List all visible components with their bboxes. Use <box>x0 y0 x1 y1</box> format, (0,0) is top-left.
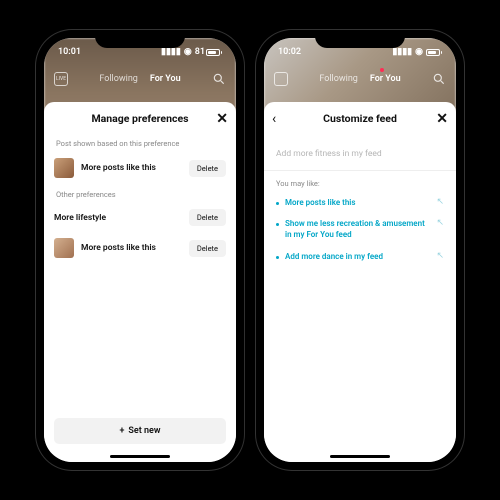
bullet-icon <box>276 223 279 226</box>
phone-mockup-right: 10:02 ▮▮▮▮ ◉ Following For You ‹ Custo <box>256 30 464 470</box>
screen: 10:02 ▮▮▮▮ ◉ Following For You ‹ Custo <box>264 38 456 462</box>
suggestion-text: More posts like this <box>285 197 430 208</box>
phone-mockup-left: 10:01 ▮▮▮▮ ◉ 81 LIVE Following For You M… <box>36 30 244 470</box>
sheet-header: ‹ Customize feed ✕ <box>264 102 456 133</box>
live-dot-icon <box>380 68 384 72</box>
feed-prompt-input[interactable]: Add more fitness in my feed <box>264 133 456 171</box>
tab-for-you[interactable]: For You <box>370 74 401 84</box>
suggestion-row[interactable]: Show me less recreation & amusement in m… <box>264 213 456 245</box>
preference-label: More posts like this <box>81 163 182 173</box>
preference-label: More lifestyle <box>54 213 182 223</box>
insert-arrow-icon[interactable]: ↖ <box>436 251 444 261</box>
insert-arrow-icon[interactable]: ↖ <box>436 218 444 228</box>
suggestion-row[interactable]: Add more dance in my feed ↖ <box>264 246 456 267</box>
feed-tabs: LIVE Following For You <box>44 66 236 92</box>
feed-tabs: Following For You <box>264 66 456 92</box>
device-notch <box>95 30 185 48</box>
cellular-signal-icon: ▮▮▮▮ <box>161 47 181 57</box>
set-new-button[interactable]: + Set new <box>54 418 226 444</box>
suggestions-label: You may like: <box>264 171 456 192</box>
section-label-current: Post shown based on this preference <box>44 133 236 152</box>
live-icon[interactable] <box>274 72 288 86</box>
delete-button[interactable]: Delete <box>189 160 226 177</box>
battery-icon <box>426 49 442 56</box>
preference-row: More posts like this Delete <box>44 232 236 264</box>
delete-button[interactable]: Delete <box>189 240 226 257</box>
battery-percent: 81 <box>195 47 205 57</box>
status-right: ▮▮▮▮ ◉ 81 <box>161 47 222 57</box>
battery-icon: 81 <box>195 47 222 57</box>
home-indicator[interactable] <box>110 455 170 458</box>
manage-preferences-sheet: Manage preferences ✕ Post shown based on… <box>44 102 236 462</box>
close-icon[interactable]: ✕ <box>216 112 228 126</box>
wifi-icon: ◉ <box>184 47 192 57</box>
bullet-icon <box>276 202 279 205</box>
suggestion-row[interactable]: More posts like this ↖ <box>264 192 456 213</box>
suggestion-text: Show me less recreation & amusement in m… <box>285 218 430 240</box>
post-thumbnail <box>54 158 74 178</box>
close-icon[interactable]: ✕ <box>436 112 448 126</box>
home-indicator[interactable] <box>330 455 390 458</box>
device-notch <box>315 30 405 48</box>
post-thumbnail <box>54 238 74 258</box>
status-time: 10:01 <box>58 47 81 57</box>
input-placeholder: Add more fitness in my feed <box>276 149 382 159</box>
customize-feed-sheet: ‹ Customize feed ✕ Add more fitness in m… <box>264 102 456 462</box>
search-icon[interactable] <box>212 72 226 86</box>
insert-arrow-icon[interactable]: ↖ <box>436 197 444 207</box>
status-time: 10:02 <box>278 47 301 57</box>
wifi-icon: ◉ <box>415 47 423 57</box>
search-icon[interactable] <box>432 72 446 86</box>
sheet-title: Customize feed <box>323 112 397 125</box>
set-new-label: Set new <box>128 426 160 436</box>
sheet-header: Manage preferences ✕ <box>44 102 236 133</box>
preference-label: More posts like this <box>81 243 182 253</box>
preference-row: More lifestyle Delete <box>44 203 236 232</box>
sheet-title: Manage preferences <box>91 112 188 125</box>
cellular-signal-icon: ▮▮▮▮ <box>392 47 412 57</box>
tab-for-you[interactable]: For You <box>150 74 181 84</box>
plus-icon: + <box>119 426 124 436</box>
delete-button[interactable]: Delete <box>189 209 226 226</box>
back-icon[interactable]: ‹ <box>272 112 276 126</box>
bullet-icon <box>276 256 279 259</box>
tab-following[interactable]: Following <box>319 74 358 84</box>
screen: 10:01 ▮▮▮▮ ◉ 81 LIVE Following For You M… <box>44 38 236 462</box>
tab-following[interactable]: Following <box>99 74 138 84</box>
suggestion-text: Add more dance in my feed <box>285 251 430 262</box>
status-right: ▮▮▮▮ ◉ <box>392 47 442 57</box>
section-label-other: Other preferences <box>44 184 236 203</box>
live-icon[interactable]: LIVE <box>54 72 68 86</box>
preference-row: More posts like this Delete <box>44 152 236 184</box>
